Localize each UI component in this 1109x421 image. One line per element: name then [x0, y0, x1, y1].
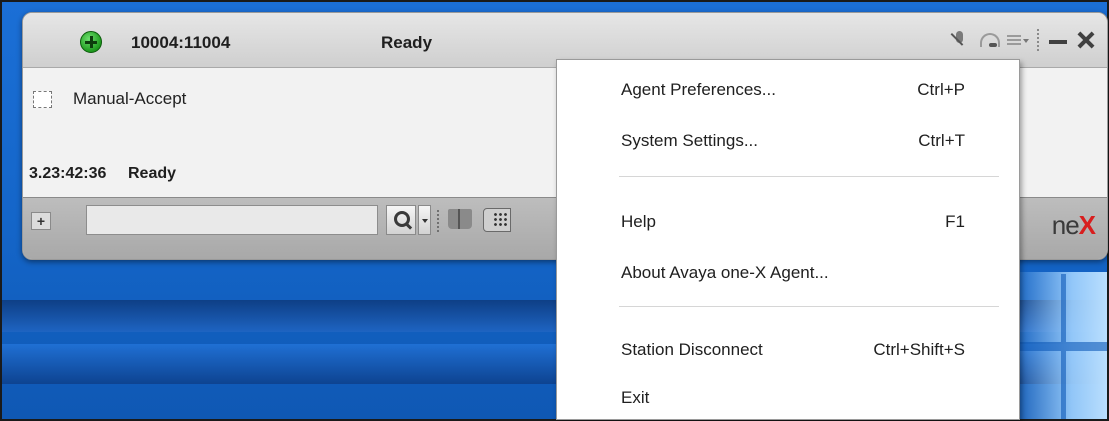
- menu-separator: [619, 306, 999, 307]
- menu-item-shortcut: Ctrl+T: [918, 131, 965, 150]
- menu-item-shortcut: Ctrl+P: [917, 80, 965, 99]
- menu-item-label: System Settings...: [621, 131, 758, 150]
- search-icon[interactable]: [386, 205, 416, 235]
- menu-item-help[interactable]: Help F1: [557, 202, 1019, 242]
- menu-item-system-settings[interactable]: System Settings... Ctrl+T: [557, 121, 1019, 161]
- dialpad-icon[interactable]: [483, 208, 511, 232]
- mic-mute-icon[interactable]: [949, 29, 971, 51]
- timer-state: Ready: [128, 165, 177, 182]
- menu-icon[interactable]: [1005, 29, 1029, 51]
- desktop-window-logo: [1020, 274, 1107, 419]
- add-button[interactable]: +: [31, 212, 51, 230]
- menu-item-agent-preferences[interactable]: Agent Preferences... Ctrl+P: [557, 70, 1019, 110]
- menu-item-label: About Avaya one-X Agent...: [621, 263, 829, 282]
- menu-item-shortcut: Ctrl+Shift+S: [873, 340, 965, 359]
- separator: [1037, 29, 1039, 51]
- menu-item-station-disconnect[interactable]: Station Disconnect Ctrl+Shift+S: [557, 330, 1019, 370]
- menu-item-label: Exit: [621, 388, 650, 407]
- menu-separator: [619, 176, 999, 177]
- manual-accept-label[interactable]: Manual-Accept: [73, 89, 186, 109]
- agent-extension: 10004:11004: [131, 33, 231, 52]
- menu-item-label: Help: [621, 212, 656, 231]
- book-icon[interactable]: [448, 209, 472, 229]
- options-menu: Agent Preferences... Ctrl+P System Setti…: [556, 59, 1020, 420]
- menu-item-exit[interactable]: Exit: [557, 378, 1019, 418]
- title-bar-controls: [949, 27, 1097, 53]
- menu-item-label: Agent Preferences...: [621, 80, 776, 99]
- minimize-icon[interactable]: [1047, 29, 1069, 51]
- menu-item-label: Station Disconnect: [621, 340, 763, 359]
- brand-logo: neX: [1051, 210, 1096, 241]
- brand-logo-text: ne: [1051, 210, 1080, 240]
- manual-accept-checkbox[interactable]: [33, 91, 52, 108]
- dial-input[interactable]: [86, 205, 378, 235]
- headset-icon[interactable]: [977, 29, 1000, 51]
- close-icon[interactable]: [1075, 29, 1097, 51]
- separator: [437, 210, 439, 232]
- brand-logo-x: X: [1078, 210, 1096, 240]
- search-dropdown-button[interactable]: [418, 205, 431, 235]
- state-timer: 3.23:42:36: [29, 165, 107, 182]
- menu-item-shortcut: F1: [945, 212, 965, 231]
- add-status-icon[interactable]: [80, 31, 102, 53]
- agent-state[interactable]: Ready: [381, 33, 432, 53]
- menu-item-about[interactable]: About Avaya one-X Agent...: [557, 253, 1019, 293]
